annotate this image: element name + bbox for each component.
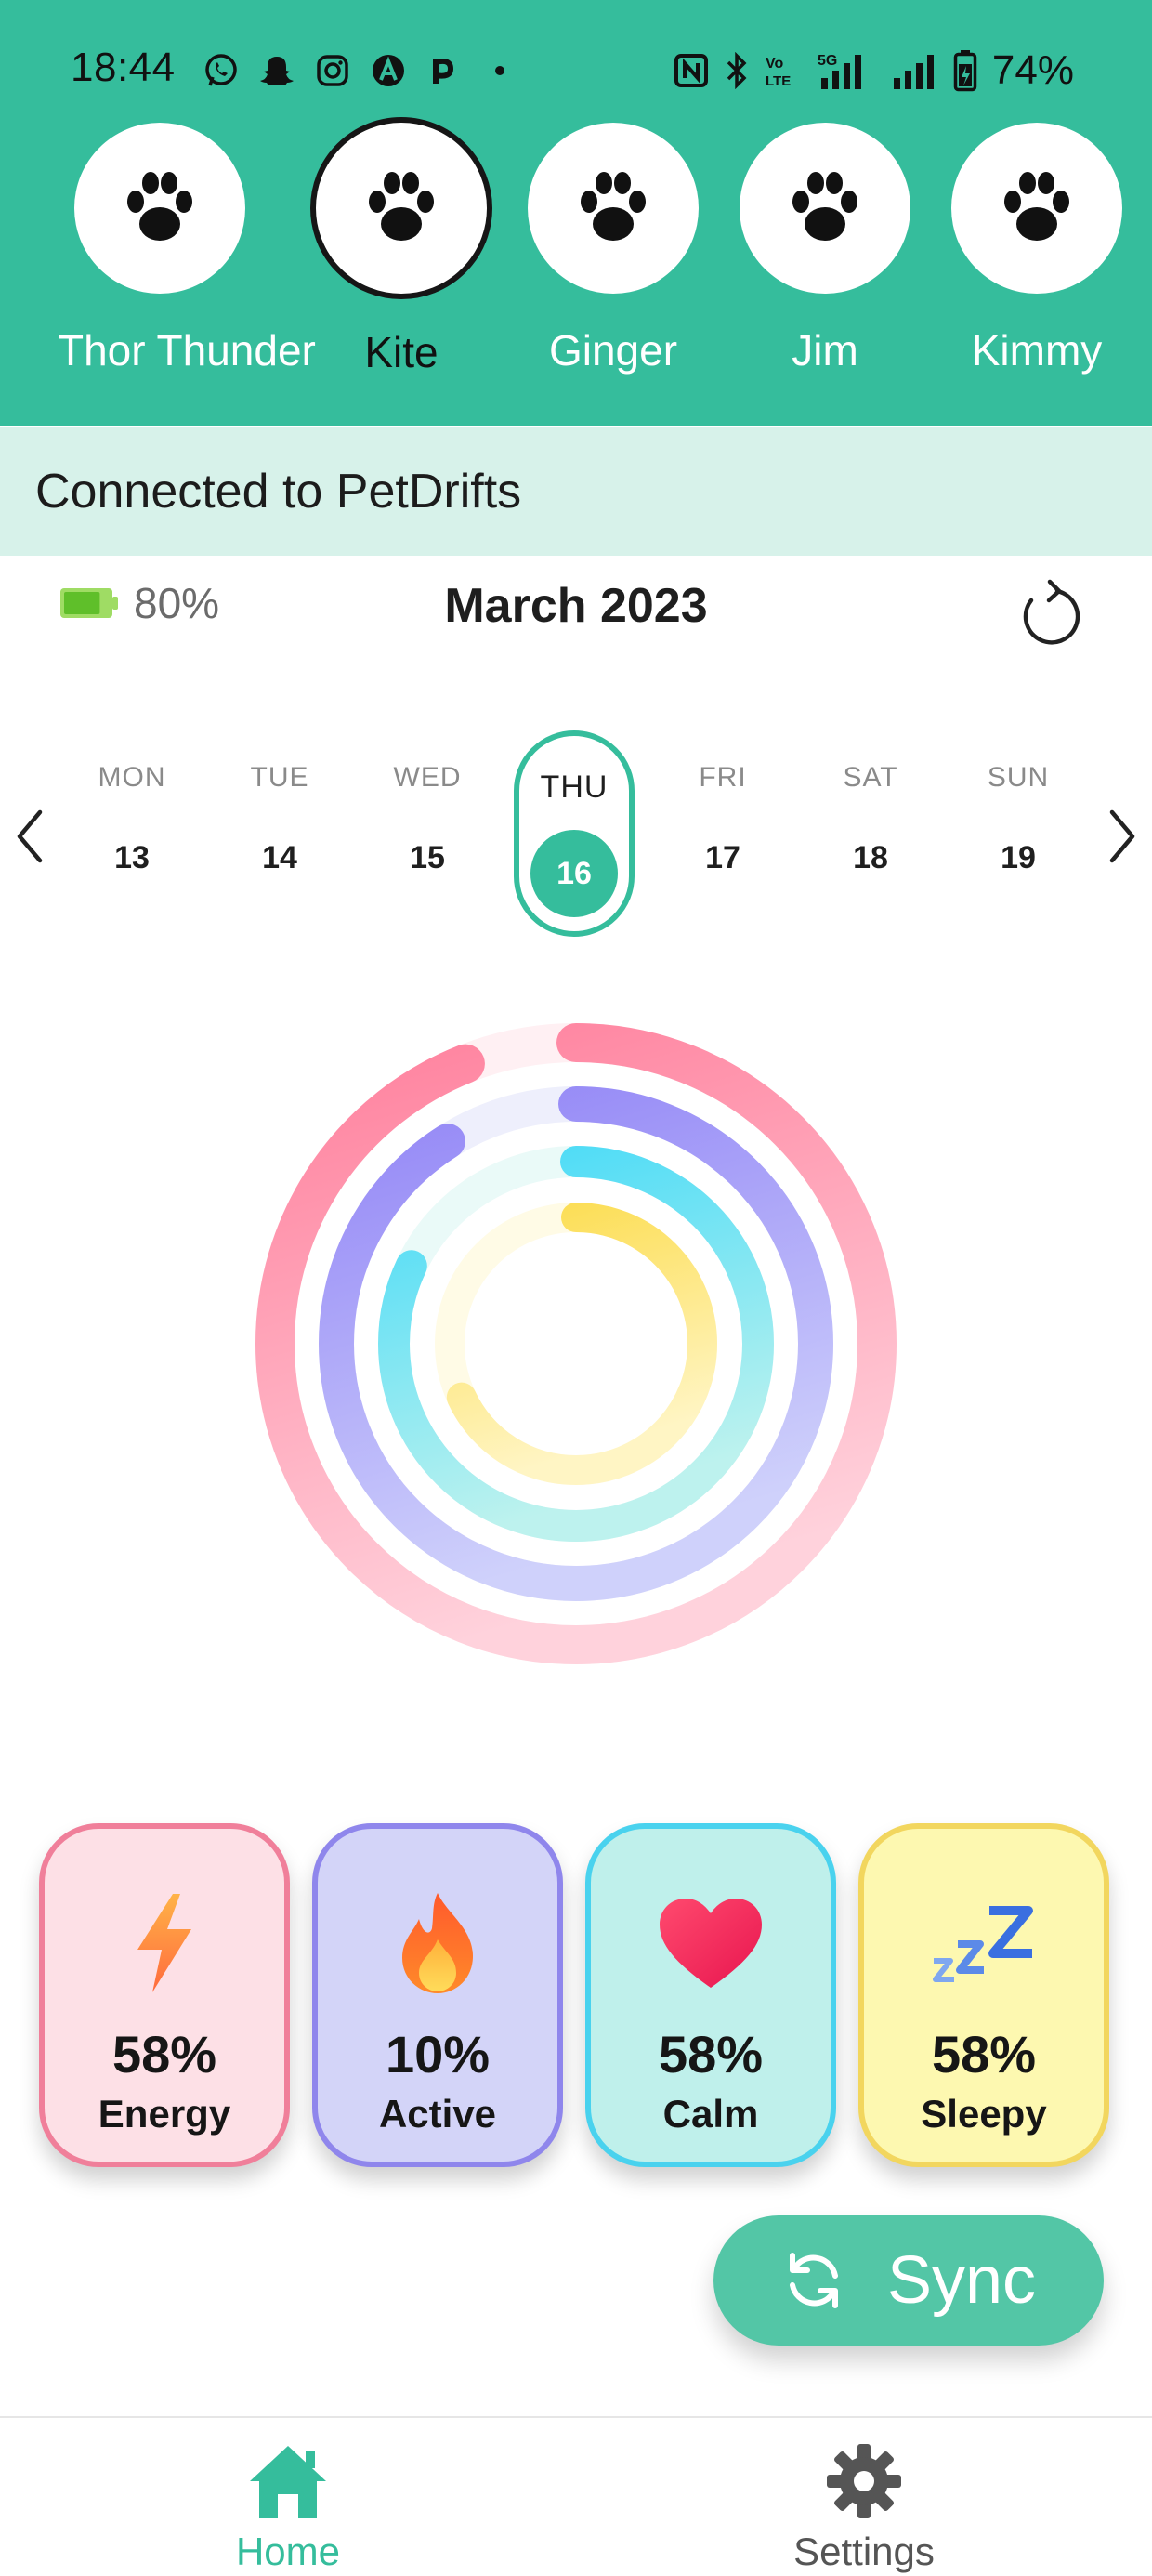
stat-percent: 58%: [111, 2025, 217, 2083]
day-name: MON: [98, 762, 166, 793]
paw-icon: [792, 172, 857, 241]
system-status-icons: Vo LTE 5G 74%: [673, 45, 1074, 97]
day-name: THU: [540, 769, 609, 805]
prev-week-button[interactable]: [2, 799, 58, 874]
pet-kite[interactable]: Kite: [299, 117, 504, 377]
battery-charging-icon: [953, 50, 977, 92]
chevron-left-icon: [17, 809, 43, 863]
pet-kimmy[interactable]: Kimmy: [935, 119, 1139, 375]
day-number: 17: [705, 840, 740, 875]
energy-card[interactable]: 58% Energy: [39, 1823, 290, 2167]
paw-icon: [369, 172, 434, 241]
ring-energy: [255, 1023, 897, 1664]
connection-banner: Connected to PetDrifts: [0, 427, 1152, 556]
day-tue[interactable]: TUE 14: [219, 730, 340, 937]
day-name: FRI: [699, 762, 747, 793]
stat-label: Calm: [662, 2092, 759, 2136]
stat-label: Active: [378, 2092, 497, 2136]
calm-card[interactable]: 58% Calm: [585, 1823, 836, 2167]
month-title: March 2023: [444, 579, 708, 633]
day-name: TUE: [250, 762, 309, 793]
pet-name: Ginger: [548, 326, 678, 375]
nav-home-label: Home: [235, 2530, 341, 2573]
bottom-navigation: Home Settings: [0, 2416, 1152, 2576]
status-time: 18:44: [71, 45, 176, 90]
pet-avatar: [74, 123, 245, 294]
flame-icon: [318, 1883, 557, 2004]
stat-label: Energy: [98, 2092, 231, 2136]
app-a-icon: [368, 50, 409, 91]
day-number: 16: [530, 830, 618, 917]
status-bar: 18:44 Vo LTE 5G 74%: [0, 37, 1152, 102]
day-mon[interactable]: MON 13: [72, 730, 192, 937]
pet-avatar-selected: [310, 117, 492, 299]
pet-name: Jim: [792, 326, 858, 375]
pet-thor-thunder[interactable]: Thor Thunder: [58, 119, 316, 375]
day-thu-selected[interactable]: THU 16: [514, 730, 635, 937]
nav-settings[interactable]: Settings: [725, 2437, 1003, 2574]
app-header: 18:44 Vo LTE 5G 74% Thor Thunder Kite Gi…: [0, 0, 1152, 426]
svg-text:Vo: Vo: [766, 56, 783, 72]
gear-icon: [725, 2437, 1003, 2526]
paw-icon: [581, 172, 646, 241]
stat-percent: 10%: [385, 2025, 491, 2083]
svg-text:5G: 5G: [818, 53, 837, 69]
day-number: 19: [1001, 840, 1036, 875]
day-sat[interactable]: SAT 18: [810, 730, 931, 937]
pet-avatar: [740, 123, 910, 294]
volte-icon: Vo LTE: [764, 50, 803, 91]
heart-icon: [591, 1883, 831, 2004]
signal-icon: [892, 50, 938, 91]
pet-name: Kite: [364, 328, 439, 376]
day-number: 18: [853, 840, 888, 875]
pet-avatar: [528, 123, 699, 294]
active-card[interactable]: 10% Active: [312, 1823, 563, 2167]
stat-percent: 58%: [931, 2025, 1037, 2083]
refresh-icon: [1023, 579, 1080, 645]
notification-icons: [201, 45, 520, 97]
5g-signal-icon: 5G: [818, 50, 877, 91]
snapchat-icon: [256, 50, 297, 91]
pet-avatar: [951, 123, 1122, 294]
zzz-icon: [864, 1883, 1104, 2004]
day-fri[interactable]: FRI 17: [662, 730, 783, 937]
sync-button[interactable]: Sync: [713, 2215, 1104, 2346]
more-dot-icon: [479, 50, 520, 91]
bluetooth-icon: [725, 50, 749, 91]
whatsapp-icon: [201, 50, 242, 91]
paw-icon: [1004, 172, 1069, 241]
chevron-right-icon: [1109, 809, 1135, 863]
nav-settings-label: Settings: [793, 2530, 935, 2573]
nav-home[interactable]: Home: [149, 2437, 427, 2574]
day-name: WED: [393, 762, 462, 793]
day-number: 15: [410, 840, 445, 875]
day-sun[interactable]: SUN 19: [958, 730, 1079, 937]
pet-name: Thor Thunder: [58, 326, 316, 375]
lightning-icon: [45, 1883, 284, 2004]
next-week-button[interactable]: [1094, 799, 1150, 874]
svg-text:LTE: LTE: [766, 73, 791, 89]
day-wed[interactable]: WED 15: [367, 730, 488, 937]
paw-icon: [127, 172, 192, 241]
activity-rings-chart: [255, 1023, 897, 1664]
connection-status-text: Connected to PetDrifts: [35, 465, 522, 519]
sync-label: Sync: [886, 2243, 1037, 2318]
pet-name: Kimmy: [971, 326, 1103, 375]
day-name: SUN: [987, 762, 1050, 793]
status-battery-percent: 74%: [991, 47, 1074, 93]
day-number: 13: [114, 840, 150, 875]
refresh-button[interactable]: [1013, 574, 1089, 651]
sync-icon: [789, 2253, 838, 2308]
home-icon: [149, 2437, 427, 2526]
stat-percent: 58%: [658, 2025, 764, 2083]
instagram-icon: [312, 50, 353, 91]
day-name: SAT: [843, 762, 898, 793]
sleepy-card[interactable]: 58% Sleepy: [858, 1823, 1109, 2167]
nfc-icon: [673, 50, 710, 91]
stat-label: Sleepy: [921, 2092, 1047, 2136]
pet-jim[interactable]: Jim: [723, 119, 927, 375]
app-p-icon: [424, 50, 465, 91]
pet-ginger[interactable]: Ginger: [511, 119, 715, 375]
day-number: 14: [262, 840, 297, 875]
